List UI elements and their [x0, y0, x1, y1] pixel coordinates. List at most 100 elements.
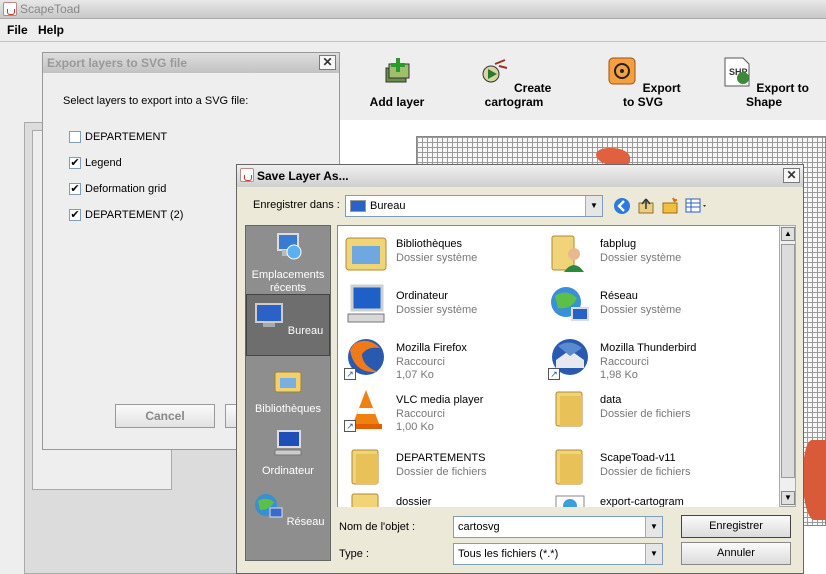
list-item[interactable]: dossier: [344, 488, 544, 507]
export-svg-button[interactable]: Export to SVG: [602, 56, 684, 109]
filename-input[interactable]: cartosvg ▼: [453, 516, 663, 538]
file-type: Dossier de fichiers: [396, 466, 487, 478]
java-icon: [240, 168, 254, 182]
network-icon: [254, 494, 282, 518]
up-folder-icon[interactable]: [637, 197, 655, 215]
layer-label: Legend: [85, 157, 122, 169]
java-icon: [3, 2, 17, 16]
layer-checkbox-departement[interactable]: [69, 131, 81, 143]
layer-checkbox-deformation-grid[interactable]: ✔: [69, 183, 81, 195]
file-type: Dossier système: [396, 304, 478, 316]
close-icon[interactable]: ✕: [783, 168, 800, 183]
shortcut-arrow-icon: ↗: [344, 420, 356, 432]
file-name: Ordinateur: [396, 290, 448, 302]
app-title: ScapeToad: [20, 2, 81, 16]
menu-help[interactable]: Help: [38, 23, 64, 37]
computer-icon: [274, 430, 302, 456]
cancel-button[interactable]: Annuler: [681, 542, 791, 565]
list-item[interactable]: ↗ Mozilla Firefox Raccourci 1,07 Ko: [344, 334, 544, 386]
main-titlebar: ScapeToad: [0, 0, 826, 19]
file-details: Raccourci 1,00 Ko: [396, 408, 445, 433]
file-type: Dossier système: [600, 304, 682, 316]
network-icon: [551, 287, 589, 321]
file-details: Raccourci 1,98 Ko: [600, 356, 649, 381]
place-label: Ordinateur: [262, 465, 314, 477]
filename-label: Nom de l'objet :: [339, 521, 416, 533]
layer-label: Deformation grid: [85, 183, 167, 195]
list-item[interactable]: data Dossier de fichiers: [548, 386, 748, 434]
file-name: ScapeToad-v11: [600, 452, 676, 464]
add-layer-button[interactable]: Add layer: [368, 56, 426, 109]
place-libraries[interactable]: Bibliothèques: [246, 366, 330, 426]
list-item[interactable]: ↗ VLC media player Raccourci 1,00 Ko: [344, 386, 544, 438]
export-dialog-title: Export layers to SVG file: [47, 56, 188, 70]
file-list: Bibliothèques Dossier système fabplug Do…: [337, 225, 779, 507]
add-layer-icon: [385, 58, 410, 83]
export-dialog-titlebar: Export layers to SVG file ✕: [43, 53, 339, 73]
place-computer[interactable]: Ordinateur: [246, 428, 330, 488]
place-desktop[interactable]: Bureau: [246, 294, 330, 356]
export-prompt: Select layers to export into a SVG file:: [63, 95, 249, 107]
place-recent[interactable]: Emplacements récents: [246, 232, 330, 294]
place-label: Bibliothèques: [254, 403, 322, 415]
list-item[interactable]: export-cartogram: [548, 488, 748, 507]
layer-checkbox-legend[interactable]: ✔: [69, 157, 81, 169]
file-type-value: Tous les fichiers (*.*): [458, 548, 559, 560]
file-type-select[interactable]: Tous les fichiers (*.*) ▼: [453, 543, 663, 565]
libraries-icon: [274, 371, 302, 393]
list-item[interactable]: DEPARTEMENTS Dossier de fichiers: [344, 444, 544, 492]
list-item[interactable]: Bibliothèques Dossier système: [344, 230, 544, 278]
file-type: Dossier système: [396, 252, 478, 264]
chevron-down-icon[interactable]: ▼: [645, 544, 662, 564]
place-network[interactable]: Réseau: [246, 492, 330, 552]
list-item[interactable]: Réseau Dossier système: [548, 282, 748, 330]
save-dialog-title: Save Layer As...: [257, 169, 349, 183]
list-item[interactable]: ScapeToad-v11 Dossier de fichiers: [548, 444, 748, 492]
shortcut-arrow-icon: ↗: [548, 368, 560, 380]
list-item[interactable]: ↗ Mozilla Thunderbird Raccourci 1,98 Ko: [548, 334, 748, 386]
layer-checkbox-departement-2[interactable]: ✔: [69, 209, 81, 221]
list-item[interactable]: fabplug Dossier système: [548, 230, 748, 278]
scroll-down-icon[interactable]: ▼: [781, 491, 795, 505]
save-layer-dialog: Save Layer As... ✕ Enregistrer dans : Bu…: [236, 164, 804, 574]
file-type: Dossier de fichiers: [600, 466, 691, 478]
cancel-button[interactable]: Cancel: [115, 404, 215, 428]
desktop-icon: [254, 303, 283, 327]
look-in-select[interactable]: Bureau ▼: [345, 195, 603, 217]
view-menu-icon[interactable]: [685, 197, 709, 215]
menubar: File Help: [0, 20, 826, 42]
file-type: Dossier de fichiers: [600, 408, 691, 420]
file-name: data: [600, 394, 622, 406]
places-bar: Emplacements récents Bureau Bibliothèque…: [245, 225, 331, 561]
look-in-label: Enregistrer dans :: [253, 199, 340, 211]
back-icon[interactable]: [613, 197, 631, 215]
folder-icon: [351, 449, 379, 485]
add-layer-label: Add layer: [369, 95, 425, 109]
chevron-down-icon[interactable]: ▼: [645, 517, 662, 537]
scrollbar-thumb[interactable]: [781, 244, 795, 478]
file-name: fabplug: [600, 238, 637, 250]
menu-file[interactable]: File: [7, 23, 28, 37]
desktop-icon: [350, 200, 366, 212]
filename-value: cartosvg: [458, 521, 500, 533]
save-dialog-titlebar: Save Layer As... ✕: [237, 165, 803, 187]
save-button[interactable]: Enregistrer: [681, 515, 791, 538]
shapefile-export-icon: SHP: [724, 57, 750, 87]
layer-label: DEPARTEMENT: [85, 131, 168, 143]
shortcut-arrow-icon: ↗: [344, 368, 356, 380]
new-folder-icon[interactable]: [661, 197, 679, 215]
libraries-icon: [345, 237, 387, 271]
file-type: Dossier système: [600, 252, 682, 264]
scroll-up-icon[interactable]: ▲: [781, 227, 795, 241]
place-label: Réseau: [286, 516, 325, 528]
folder-icon: [351, 493, 379, 507]
file-list-scrollbar[interactable]: ▲ ▼: [779, 225, 796, 507]
chevron-down-icon[interactable]: ▼: [585, 196, 602, 216]
list-item[interactable]: Ordinateur Dossier système: [344, 282, 544, 330]
file-name: DEPARTEMENTS: [396, 452, 486, 464]
export-shape-button[interactable]: SHP Export to Shape: [718, 56, 810, 109]
close-icon[interactable]: ✕: [319, 55, 336, 70]
toolbar: Add layer Create cartogram Export to SVG…: [340, 42, 826, 120]
folder-icon: [555, 391, 583, 427]
create-cartogram-button[interactable]: Create cartogram: [462, 56, 566, 109]
